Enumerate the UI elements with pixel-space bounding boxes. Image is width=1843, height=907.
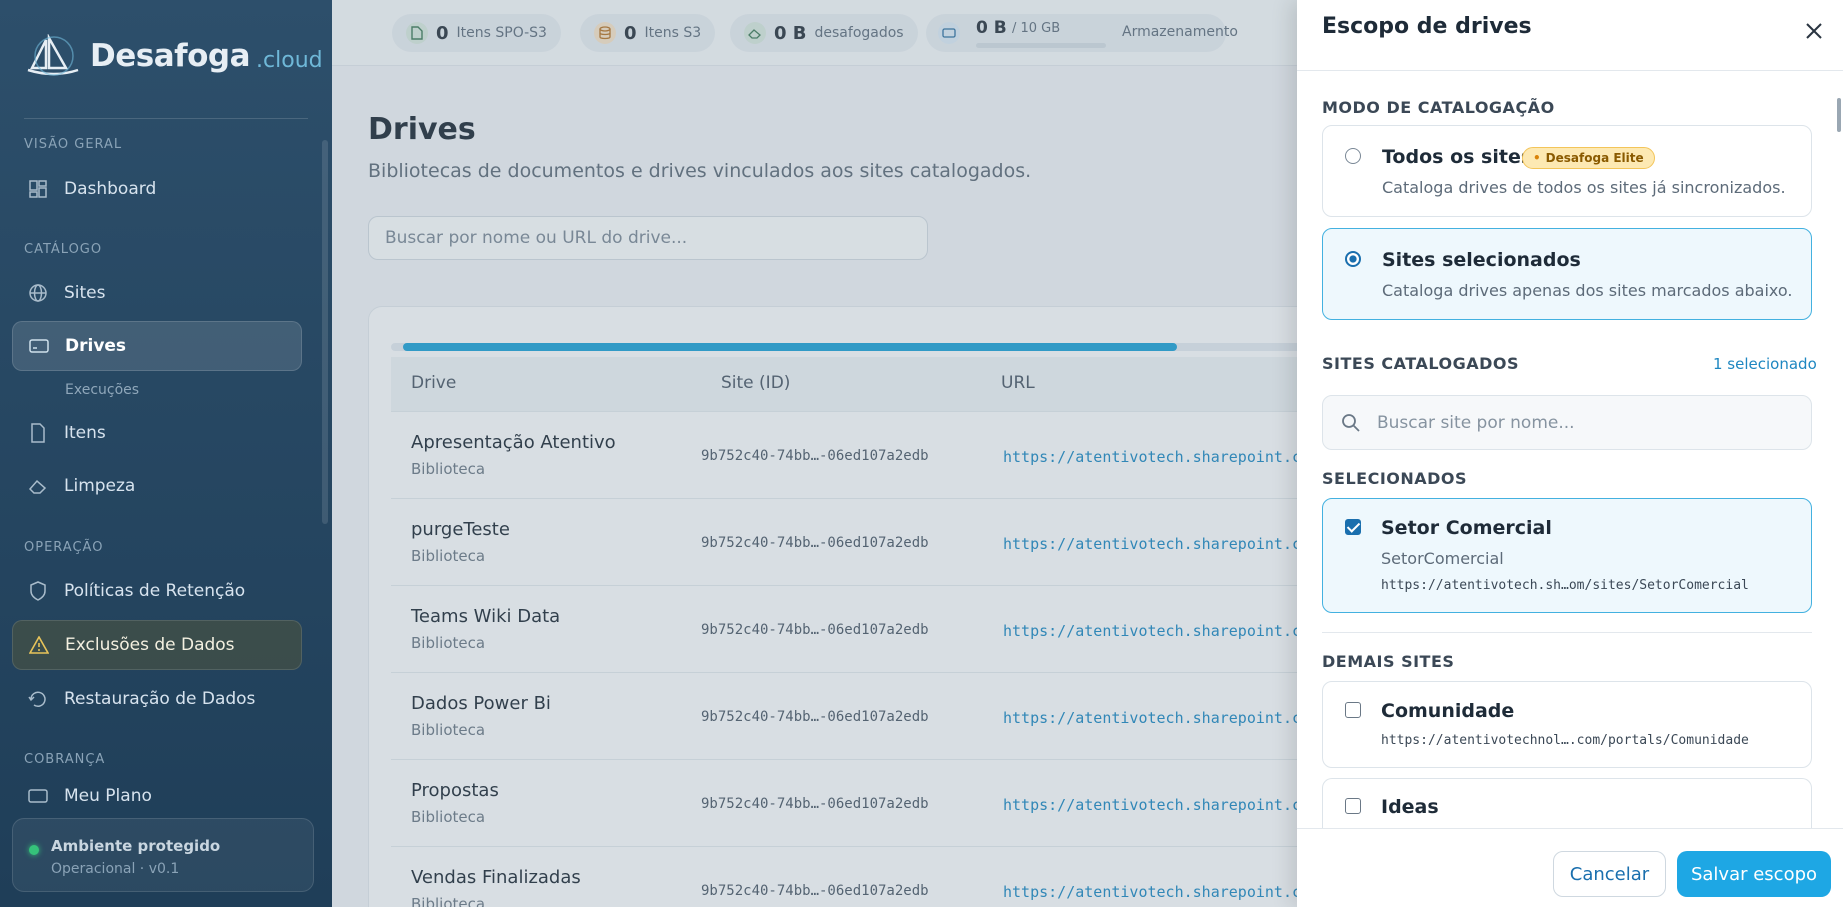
site-title: Setor Comercial	[1381, 517, 1552, 539]
sidebar-item-sites[interactable]: Sites	[12, 268, 302, 318]
sidebar-item-restauracao-dados[interactable]: Restauração de Dados	[12, 674, 302, 724]
brand-name: Desafoga	[90, 38, 251, 74]
status-dot-icon	[29, 845, 39, 855]
checkbox-comunidade[interactable]	[1345, 702, 1361, 718]
checkbox-setor-comercial[interactable]	[1345, 519, 1361, 535]
search-icon	[1342, 414, 1360, 432]
sidebar-item-itens[interactable]: Itens	[12, 408, 302, 458]
file-icon	[28, 423, 48, 443]
drive-icon	[29, 336, 49, 356]
nav-section-cobranca: COBRANÇA	[24, 752, 106, 767]
environment-status-card: Ambiente protegido Operacional · v0.1	[12, 818, 314, 892]
brand-divider	[24, 118, 308, 119]
site-url: https://atentivotechnol….com/portals/Com…	[1381, 733, 1749, 748]
cancel-button[interactable]: Cancelar	[1553, 851, 1666, 897]
sidebar-item-label: Meu Plano	[64, 786, 152, 806]
status-title: Ambiente protegido	[51, 837, 221, 855]
site-title: Ideas	[1381, 796, 1439, 818]
sidebar-scrollbar[interactable]	[322, 140, 328, 524]
save-scope-button[interactable]: Salvar escopo	[1677, 851, 1831, 897]
sidebar-item-label: Dashboard	[64, 179, 157, 199]
site-url: https://atentivotech.sh…om/sites/SetorCo…	[1381, 578, 1749, 593]
option-description: Cataloga drives apenas dos sites marcado…	[1382, 281, 1793, 300]
eraser-icon	[28, 476, 48, 496]
sidebar-item-label: Drives	[65, 336, 127, 356]
sidebar-item-label: Limpeza	[64, 476, 136, 496]
checkbox-ideas[interactable]	[1345, 798, 1361, 814]
option-todos-os-sites[interactable]: Todos os sites • Desafoga Elite Cataloga…	[1322, 125, 1812, 217]
option-title: Sites selecionados	[1382, 249, 1581, 271]
option-sites-selecionados[interactable]: Sites selecionados Cataloga drives apena…	[1322, 228, 1812, 320]
dashboard-icon	[28, 179, 48, 199]
card-icon	[28, 786, 48, 806]
sidebar-item-label: Políticas de Retenção	[64, 581, 246, 601]
option-title: Todos os sites	[1382, 146, 1533, 168]
sidebar-item-label: Itens	[64, 423, 106, 443]
panel-footer: Cancelar Salvar escopo	[1297, 828, 1843, 907]
site-subtitle: SetorComercial	[1381, 549, 1504, 568]
sidebar-item-exclusoes-dados[interactable]: Exclusões de Dados	[12, 620, 302, 670]
panel-scrollbar[interactable]	[1837, 78, 1841, 830]
section-divider	[1322, 632, 1812, 633]
section-modo-catalogacao: MODO DE CATALOGAÇÃO	[1322, 98, 1555, 117]
sidebar-item-politicas-retencao[interactable]: Políticas de Retenção	[12, 566, 302, 616]
sidebar-item-limpeza[interactable]: Limpeza	[12, 461, 302, 511]
section-demais-sites: DEMAIS SITES	[1322, 652, 1455, 671]
brand-tld: .cloud	[256, 47, 323, 73]
selected-count[interactable]: 1 selecionado	[1713, 355, 1817, 373]
brand-logo[interactable]: Desafoga .cloud	[24, 34, 323, 78]
warning-icon	[29, 635, 49, 655]
close-button[interactable]	[1801, 18, 1827, 44]
radio-todos-os-sites[interactable]	[1345, 148, 1361, 164]
nav-section-visao-geral: VISÃO GERAL	[24, 137, 123, 152]
sailboat-logo-icon	[27, 34, 79, 76]
sidebar-item-dashboard[interactable]: Dashboard	[12, 164, 302, 214]
sidebar-item-label: Exclusões de Dados	[65, 635, 235, 655]
star-icon: •	[1533, 151, 1541, 165]
scrollbar-thumb[interactable]	[1837, 98, 1841, 132]
option-description: Cataloga drives de todos os sites já sin…	[1382, 178, 1786, 197]
badge-label: Desafoga Elite	[1545, 151, 1644, 165]
modal-backdrop[interactable]	[332, 0, 1297, 907]
radio-sites-selecionados[interactable]	[1345, 251, 1361, 267]
site-search-placeholder: Buscar site por nome...	[1377, 413, 1575, 433]
sidebar-item-drives[interactable]: Drives	[12, 321, 302, 371]
drive-scope-panel: Escopo de drives MODO DE CATALOGAÇÃO Tod…	[1297, 0, 1843, 907]
sidebar: Desafoga .cloud VISÃO GERAL Dashboard CA…	[0, 0, 332, 907]
site-item-setor-comercial[interactable]: Setor Comercial SetorComercial https://a…	[1322, 498, 1812, 613]
restore-icon	[28, 689, 48, 709]
sidebar-item-label: Restauração de Dados	[64, 689, 256, 709]
elite-badge: • Desafoga Elite	[1522, 147, 1655, 169]
nav-section-catalogo: CATÁLOGO	[24, 242, 103, 257]
site-search-input[interactable]: Buscar site por nome...	[1322, 395, 1812, 450]
close-icon	[1806, 23, 1822, 39]
globe-icon	[28, 283, 48, 303]
site-title: Comunidade	[1381, 700, 1515, 722]
section-selecionados: SELECIONADOS	[1322, 469, 1468, 488]
sidebar-item-meu-plano[interactable]: Meu Plano	[12, 780, 302, 806]
nav-section-operacao: OPERAÇÃO	[24, 540, 104, 555]
section-sites-catalogados: SITES CATALOGADOS	[1322, 354, 1519, 373]
panel-divider	[1297, 70, 1843, 71]
sidebar-item-label: Sites	[64, 283, 106, 303]
status-subtitle: Operacional · v0.1	[51, 861, 180, 877]
sidebar-subitem-execucoes[interactable]: Execuções	[65, 382, 139, 398]
site-item-comunidade[interactable]: Comunidade https://atentivotechnol….com/…	[1322, 681, 1812, 768]
shield-icon	[28, 581, 48, 601]
panel-title: Escopo de drives	[1322, 14, 1532, 39]
